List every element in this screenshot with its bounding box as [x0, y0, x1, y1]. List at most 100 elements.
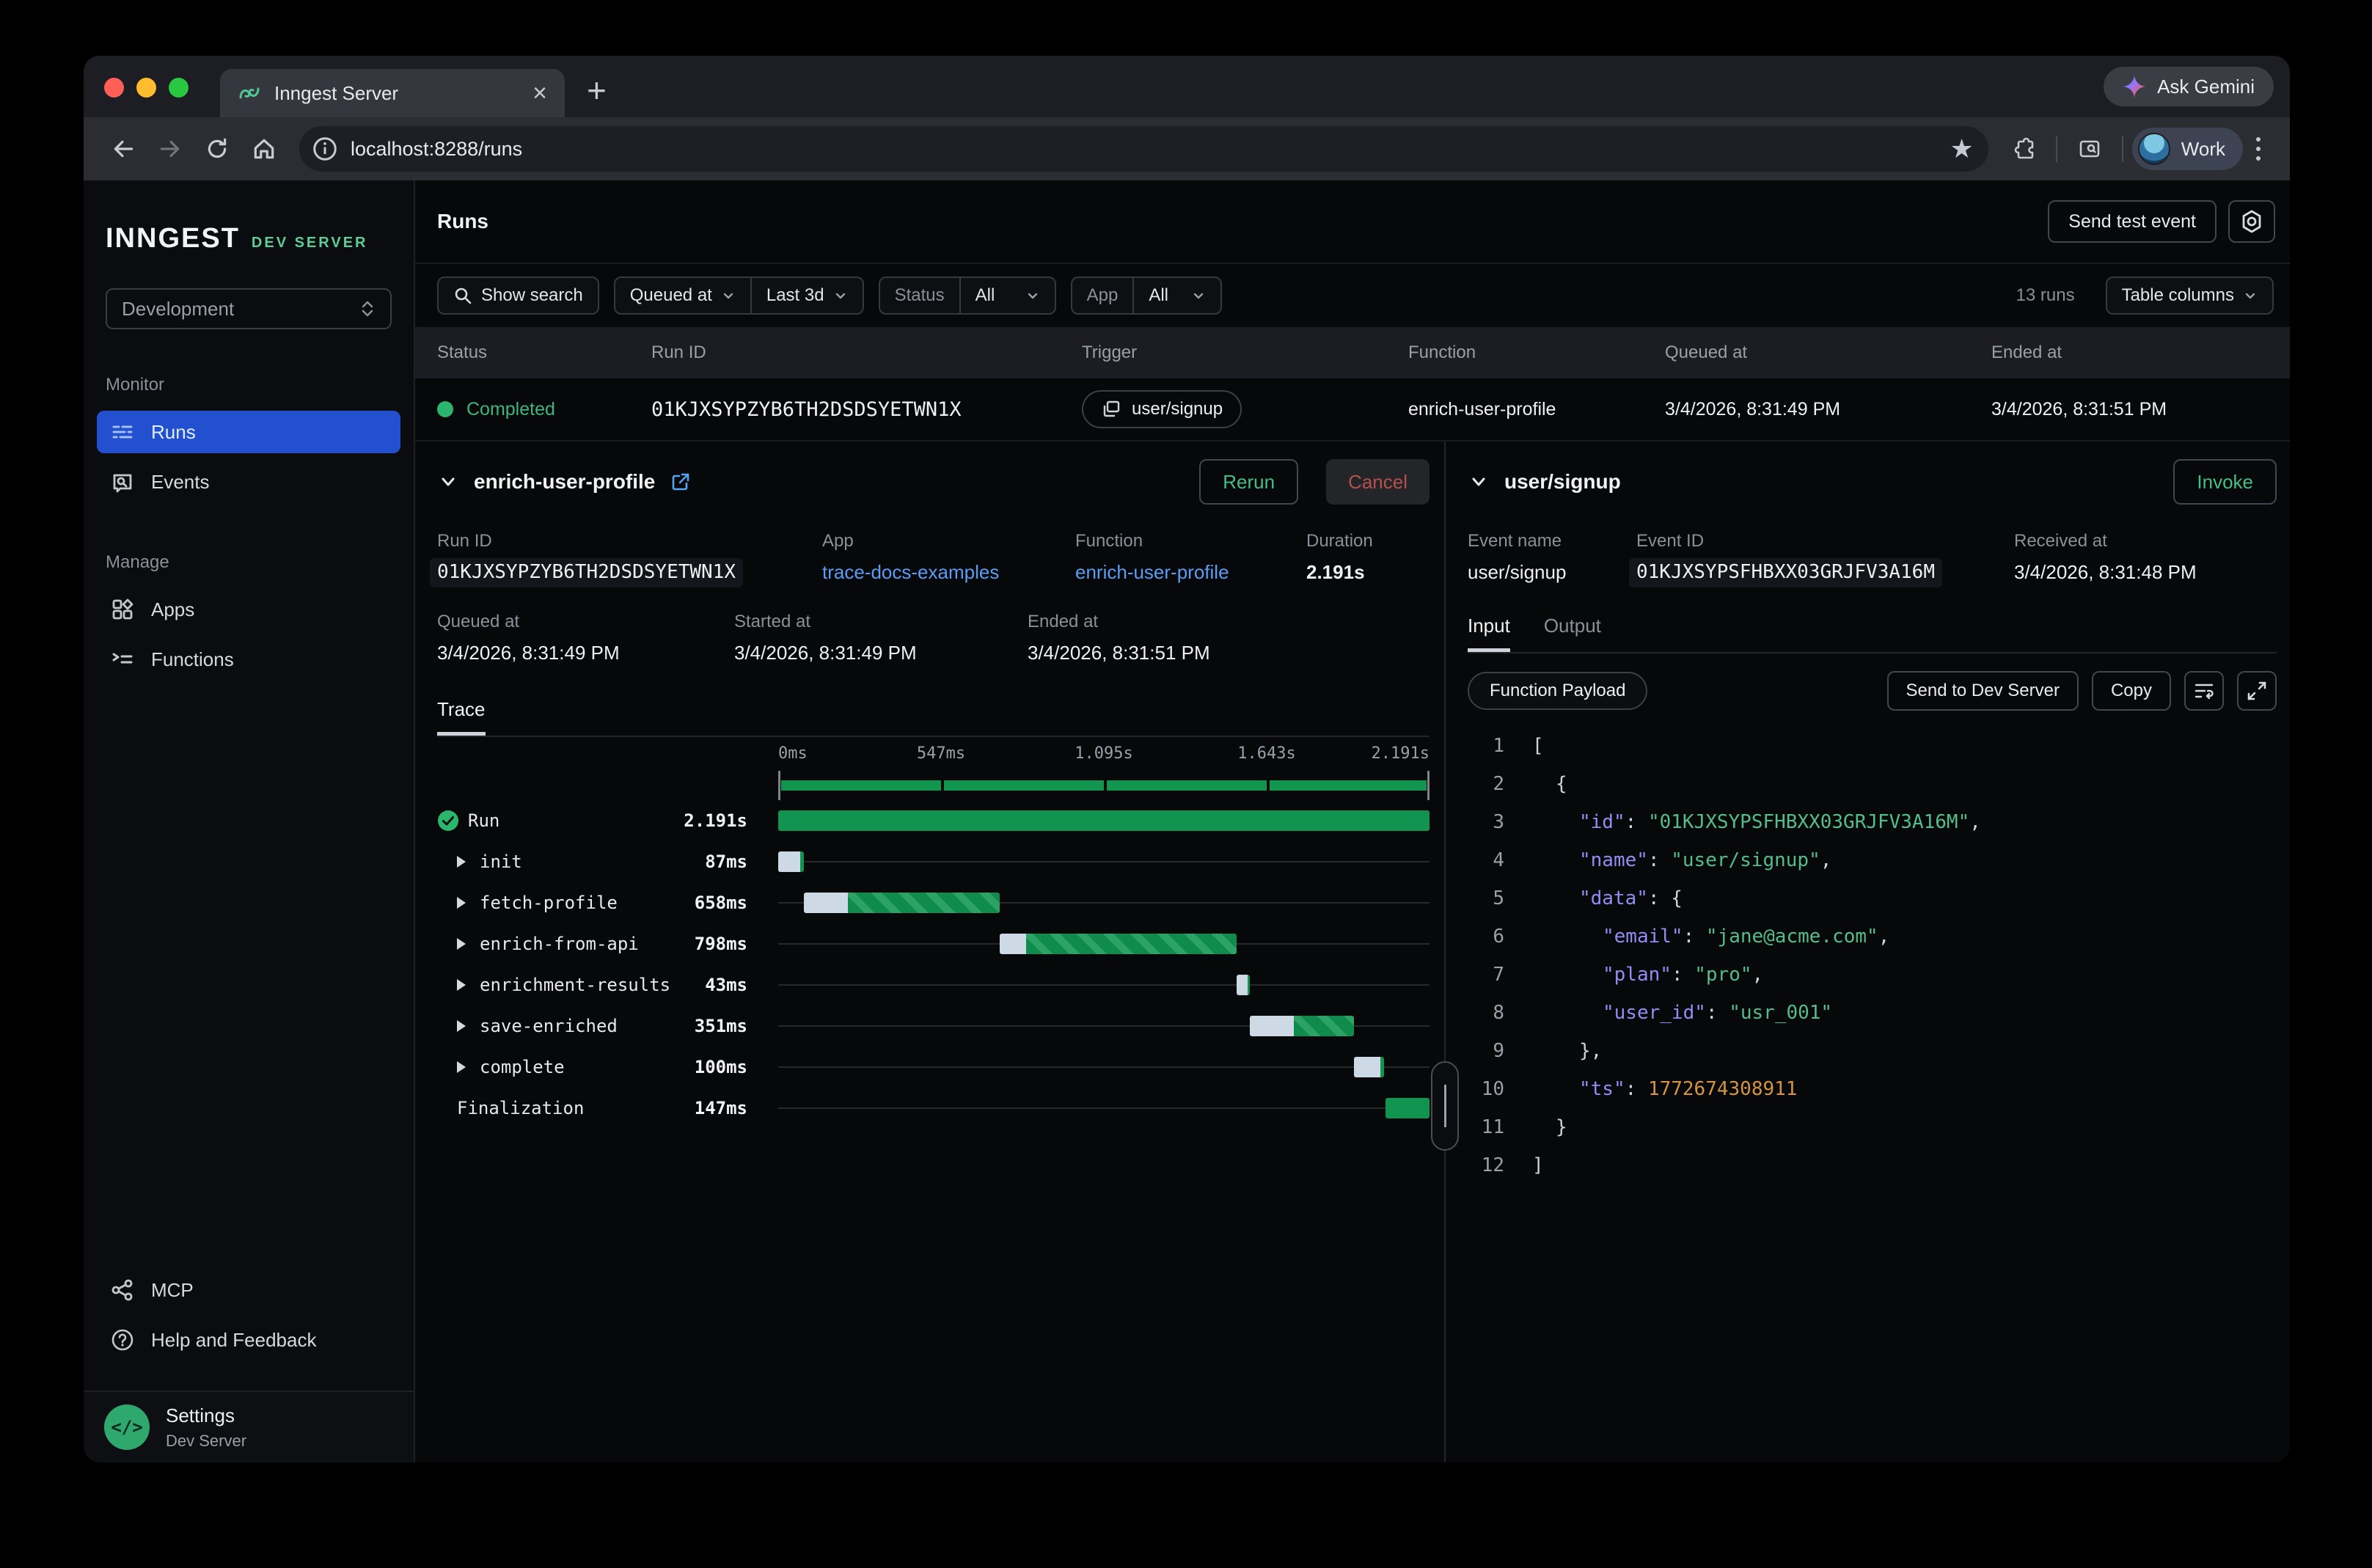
trace-row-init[interactable]: init87ms: [437, 841, 1430, 882]
ask-gemini-button[interactable]: Ask Gemini: [2104, 67, 2274, 106]
status-filter[interactable]: Status All: [879, 276, 1056, 315]
time-filter[interactable]: Queued at Last 3d: [614, 276, 864, 315]
side-panel-search-icon[interactable]: [2066, 125, 2113, 172]
trace-span-bar[interactable]: [1237, 975, 1249, 995]
chevron-right-icon[interactable]: [457, 1019, 469, 1033]
browser-tab[interactable]: Inngest Server ×: [220, 69, 565, 117]
settings-entry[interactable]: </> Settings Dev Server: [84, 1391, 414, 1462]
payload-json[interactable]: 1[2{3"id": "01KJXSYPSFHBXX03GRJFV3A16M",…: [1468, 727, 2277, 1184]
code-line: 11}: [1468, 1108, 2277, 1146]
word-wrap-button[interactable]: [2184, 671, 2224, 711]
trace-span-bar[interactable]: [778, 851, 804, 872]
collapse-run-icon[interactable]: [437, 471, 459, 493]
trace-step-duration: 147ms: [695, 1098, 747, 1118]
collapse-event-icon[interactable]: [1468, 471, 1490, 493]
gemini-icon: [2123, 75, 2146, 98]
chevron-right-icon[interactable]: [457, 895, 469, 910]
chevron-right-icon[interactable]: [457, 854, 469, 869]
url-bar[interactable]: localhost:8288/runs ★: [299, 126, 1988, 172]
chevron-down-icon: [833, 288, 848, 303]
show-search-button[interactable]: Show search: [437, 276, 599, 315]
tab-close-icon[interactable]: ×: [532, 81, 547, 106]
chevron-right-icon[interactable]: [457, 937, 469, 951]
reload-icon[interactable]: [194, 125, 241, 172]
trace-step-duration: 351ms: [695, 1016, 747, 1036]
time-field-dropdown[interactable]: Queued at: [615, 278, 750, 313]
back-icon[interactable]: [100, 125, 147, 172]
brand-wordmark: INNGEST: [106, 223, 240, 254]
trace-row-run[interactable]: Run2.191s: [437, 800, 1430, 841]
site-info-icon[interactable]: [311, 135, 339, 163]
event-id-value: 01KJXSYPSFHBXX03GRJFV3A16M: [1636, 561, 2014, 583]
url-text[interactable]: localhost:8288/runs: [351, 138, 1950, 161]
sidebar-item-apps[interactable]: Apps: [97, 588, 400, 631]
trace-span-bar[interactable]: [1386, 1098, 1430, 1118]
panel-resize-handle[interactable]: [1431, 1061, 1459, 1151]
function-payload-button[interactable]: Function Payload: [1468, 672, 1647, 710]
trace-span-bar[interactable]: [1250, 1016, 1354, 1036]
forward-icon[interactable]: [147, 125, 194, 172]
chevron-right-icon[interactable]: [457, 978, 469, 992]
app-filter[interactable]: App All: [1071, 276, 1223, 315]
trace-minimap[interactable]: [778, 771, 1430, 800]
trace-span-bar[interactable]: [1000, 934, 1237, 954]
close-window-button[interactable]: [104, 78, 124, 98]
rerun-button[interactable]: Rerun: [1199, 459, 1298, 505]
home-icon[interactable]: [241, 125, 288, 172]
sidebar-item-functions[interactable]: Functions: [97, 638, 400, 681]
invoke-button[interactable]: Invoke: [2173, 459, 2277, 505]
trigger-pill[interactable]: user/signup: [1082, 390, 1242, 428]
copy-button[interactable]: Copy: [2092, 671, 2171, 711]
send-test-event-button[interactable]: Send test event: [2048, 200, 2217, 243]
sidebar-item-mcp[interactable]: MCP: [97, 1269, 400, 1311]
external-link-icon[interactable]: [670, 471, 692, 493]
line-number: 2: [1468, 773, 1504, 795]
tab-input[interactable]: Input: [1468, 615, 1510, 652]
trace-span-bar[interactable]: [778, 810, 1430, 831]
app-value-dropdown[interactable]: All: [1132, 278, 1220, 313]
trace-step-name: Run: [468, 810, 684, 831]
trace-span-bar[interactable]: [804, 893, 1000, 913]
status-value-dropdown[interactable]: All: [959, 278, 1055, 313]
extensions-icon[interactable]: [2000, 125, 2047, 172]
sidebar-item-events[interactable]: Events: [97, 461, 400, 503]
new-tab-button[interactable]: +: [587, 73, 607, 107]
sidebar-item-help[interactable]: Help and Feedback: [97, 1319, 400, 1361]
app-link[interactable]: trace-docs-examples: [822, 561, 1075, 584]
bookmark-star-icon[interactable]: ★: [1950, 133, 1974, 164]
minimize-window-button[interactable]: [136, 78, 156, 98]
cancel-button[interactable]: Cancel: [1326, 459, 1430, 505]
expand-button[interactable]: [2237, 671, 2277, 711]
table-row[interactable]: Completed 01KJXSYPZYB6TH2DSDSYETWN1X use…: [415, 378, 2290, 442]
tab-trace[interactable]: Trace: [437, 698, 486, 736]
trace-row-save-enriched[interactable]: save-enriched351ms: [437, 1005, 1430, 1047]
chevron-right-icon[interactable]: [457, 1060, 469, 1074]
queued-at-label: Queued at: [437, 612, 734, 632]
settings-gear-button[interactable]: [2228, 200, 2275, 243]
time-range-dropdown[interactable]: Last 3d: [750, 278, 863, 313]
ended-at-value: 3/4/2026, 8:31:51 PM: [1028, 642, 1430, 664]
trace-row-complete[interactable]: complete100ms: [437, 1047, 1430, 1088]
event-id-label: Event ID: [1636, 531, 2014, 552]
function-link[interactable]: enrich-user-profile: [1075, 561, 1306, 584]
table-columns-dropdown[interactable]: Table columns: [2106, 276, 2274, 315]
tab-output[interactable]: Output: [1544, 615, 1601, 652]
zoom-window-button[interactable]: [169, 78, 188, 98]
running-segment: [778, 810, 1430, 831]
queued-segment: [1250, 1016, 1294, 1036]
trace-step-name: complete: [480, 1057, 695, 1077]
sidebar-item-runs[interactable]: Runs: [97, 411, 400, 453]
profile-chip[interactable]: Work: [2132, 128, 2243, 170]
code-line: 5"data": {: [1468, 879, 2277, 917]
event-name-value: user/signup: [1468, 561, 1636, 584]
trace-span-bar[interactable]: [1354, 1057, 1384, 1077]
send-to-dev-server-button[interactable]: Send to Dev Server: [1887, 671, 2079, 711]
environment-select[interactable]: Development: [106, 288, 392, 329]
queued-segment: [1354, 1057, 1380, 1077]
trace-row-enrich-from-api[interactable]: enrich-from-api798ms: [437, 923, 1430, 964]
filter-bar: Show search Queued at Last 3d Status: [415, 263, 2290, 327]
trace-row-finalization[interactable]: Finalization147ms: [437, 1088, 1430, 1129]
browser-menu-icon[interactable]: [2243, 137, 2274, 161]
trace-row-enrichment-results[interactable]: enrichment-results43ms: [437, 964, 1430, 1005]
trace-row-fetch-profile[interactable]: fetch-profile658ms: [437, 882, 1430, 923]
